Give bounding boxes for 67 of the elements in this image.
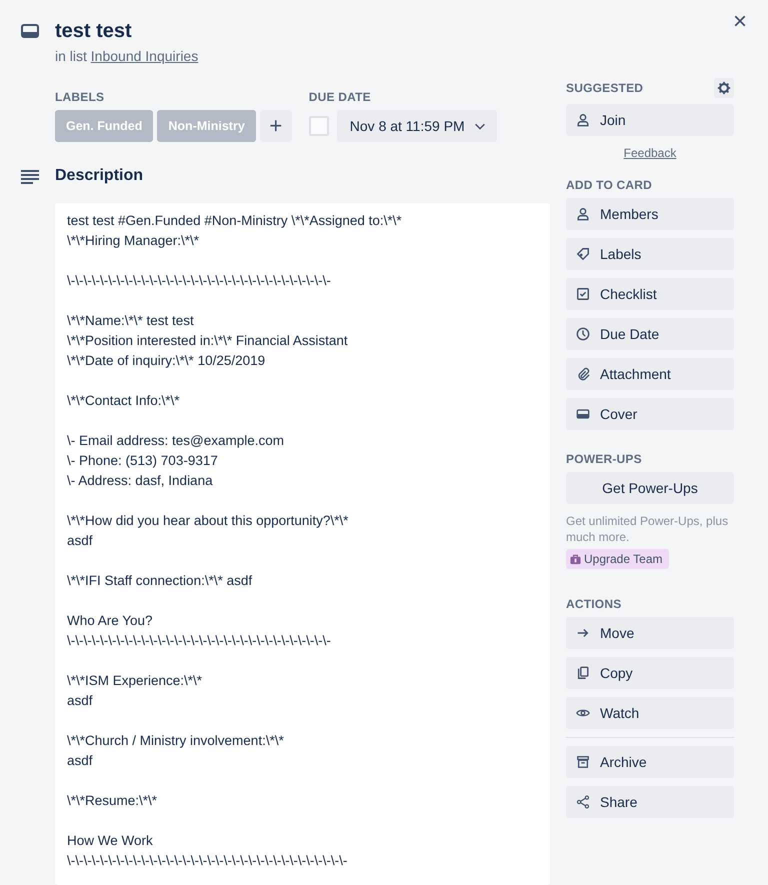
description-line: \*\*ISM Experience:\*\*	[67, 672, 204, 690]
sidebar-button[interactable]: Members	[566, 198, 734, 230]
description-line: Who Are You?	[67, 612, 154, 630]
card-title: test test	[55, 19, 133, 44]
checkbox-icon	[576, 287, 590, 301]
settings-button[interactable]	[714, 78, 734, 98]
description-line: \*\*Position interested in:\*\* Financial Assistant	[67, 332, 349, 350]
list-link[interactable]: Inbound Inquiries	[90, 48, 198, 64]
description-line: test test #Gen.Funded #Non-Ministry \*\*Assigned to:\*\*	[67, 212, 403, 230]
description-heading: Description	[55, 166, 144, 184]
description-line: asdf	[67, 752, 94, 770]
sidebar-button[interactable]: Checklist	[566, 278, 734, 310]
sidebar-button[interactable]: Archive	[566, 746, 734, 778]
description-line: \-\-\-\-\-\-\-\-\-\-\-\-\-\-\-\-\-\-\-\-\-\-\-\-\-\-\-\-\-\-\-\-\-\-	[67, 852, 348, 870]
due-checkbox[interactable]	[308, 116, 329, 136]
archive-icon	[576, 755, 590, 769]
description-line: \*\*Name:\*\* test test	[67, 312, 195, 330]
clock-icon	[576, 327, 590, 341]
description-line: \- Address: dasf, Indiana	[67, 472, 214, 490]
close-button[interactable]: ×	[726, 8, 754, 36]
sidebar-button[interactable]: Attachment	[566, 358, 734, 390]
sidebar-button[interactable]: Share	[566, 786, 734, 818]
copy-icon	[576, 666, 590, 680]
paperclip-icon	[576, 367, 590, 381]
description-line: \*\*Hiring Manager:\*\*	[67, 232, 200, 250]
person-icon	[576, 207, 590, 221]
sidebar-button[interactable]: Watch	[566, 697, 734, 729]
description-line: \*\*Church / Ministry involvement:\*\*	[67, 732, 285, 750]
due-date-dropdown[interactable]: Nov 8 at 11:59 PM	[336, 110, 497, 142]
description-line: \-\-\-\-\-\-\-\-\-\-\-\-\-\-\-\-\-\-\-\-\-\-\-\-\-\-\-\-\-\-\-\-	[67, 632, 332, 650]
sidebar-button[interactable]: Due Date	[566, 318, 734, 350]
card-icon	[20, 21, 40, 41]
sidebar-button[interactable]: Move	[566, 617, 734, 649]
description-line: \*\*Date of inquiry:\*\* 10/25/2019	[67, 352, 266, 370]
sidebar-button[interactable]: Copy	[566, 657, 734, 689]
description-line: asdf	[67, 532, 94, 550]
description-line: \*\*Contact Info:\*\*	[67, 392, 181, 410]
labels-heading: LABELS	[55, 90, 106, 104]
card-icon	[576, 407, 590, 421]
add-to-card-heading: ADD TO CARD	[566, 178, 653, 192]
briefcase-icon	[570, 554, 581, 564]
person-icon	[576, 113, 590, 127]
description-icon	[20, 167, 40, 187]
power-ups-heading: POWER-UPS	[566, 452, 643, 466]
description-line: asdf	[67, 692, 94, 710]
arrow-icon	[576, 626, 590, 640]
power-ups-note: Get unlimited Power-Ups, plus much more.	[566, 513, 730, 545]
add-label-button[interactable]: +	[260, 110, 292, 142]
sidebar-button[interactable]: Labels	[566, 238, 734, 270]
get-power-ups-button[interactable]: Get Power-Ups	[566, 472, 734, 504]
join-button[interactable]: Join	[566, 104, 734, 136]
description-line: \- Phone: (513) 703-9317	[67, 452, 219, 470]
description-line: \*\*Resume:\*\*	[67, 792, 158, 810]
description-line: \*\*How did you hear about this opportunity?\*\*	[67, 512, 350, 530]
tag-icon	[576, 247, 590, 261]
share-icon	[576, 795, 590, 809]
list-prefix: in list	[55, 48, 87, 64]
upgrade-team-button[interactable]: Upgrade Team	[566, 549, 668, 569]
description-line: \*\*IFI Staff connection:\*\* asdf	[67, 572, 254, 590]
sidebar-button[interactable]: Cover	[566, 398, 734, 430]
description-line: \-\-\-\-\-\-\-\-\-\-\-\-\-\-\-\-\-\-\-\-\-\-\-\-\-\-\-\-\-\-\-\-	[67, 272, 332, 290]
feedback-link[interactable]: Feedback	[624, 146, 676, 160]
actions-heading: ACTIONS	[566, 597, 622, 611]
due-date-heading: DUE DATE	[308, 90, 372, 104]
suggested-heading: SUGGESTED	[566, 81, 644, 95]
description-line: \- Email address: tes@example.com	[67, 432, 286, 450]
description-line: How We Work	[67, 832, 154, 850]
